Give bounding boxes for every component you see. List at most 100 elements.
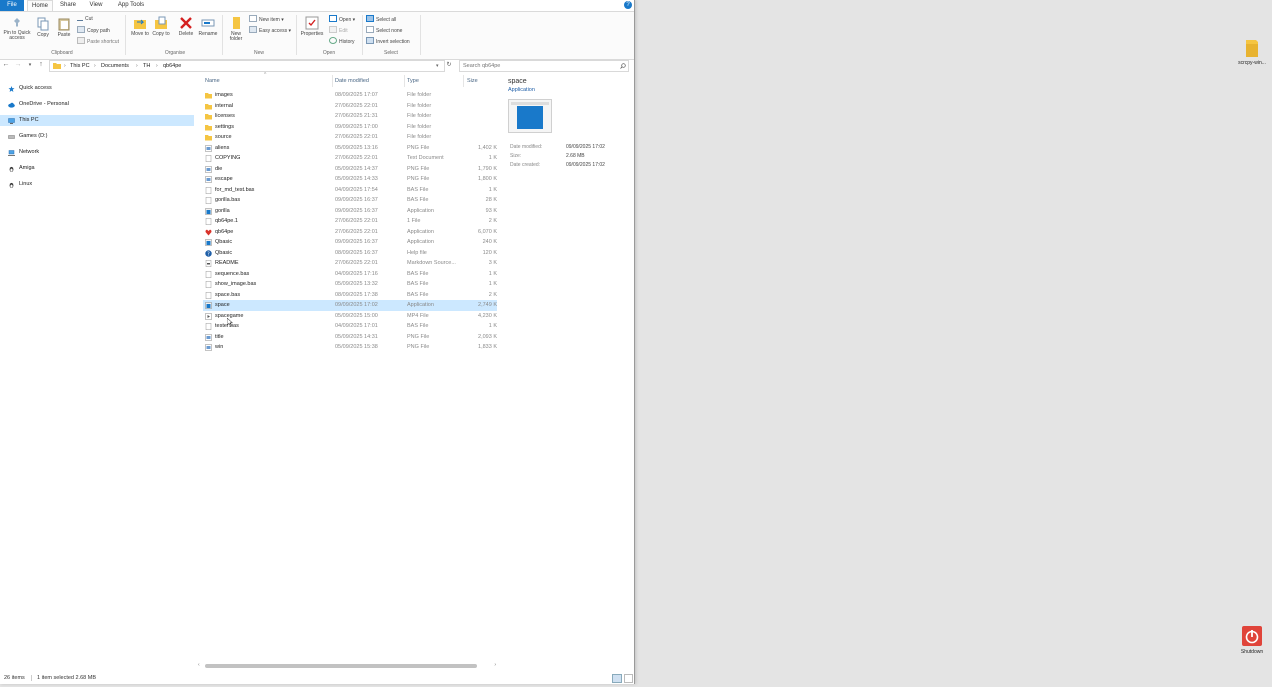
cut-button[interactable]: Cut xyxy=(77,15,93,23)
file-row[interactable]: tester.bas 04/09/2025 17:01 BAS File 1 K xyxy=(203,321,497,332)
nav-item-onedrive[interactable]: OneDrive - Personal xyxy=(0,99,194,110)
breadcrumb-qb64pe[interactable]: qb64pe xyxy=(163,61,181,71)
scrollbar-thumb[interactable] xyxy=(205,664,477,668)
file-row[interactable]: images 08/09/2025 17:07 File folder xyxy=(203,90,497,101)
file-row[interactable]: ? Qbasic 08/09/2025 16:37 Help file 120 K xyxy=(203,248,497,259)
help-icon[interactable]: ? xyxy=(624,1,632,9)
column-divider[interactable] xyxy=(404,75,405,87)
file-row[interactable]: die 05/09/2025 14:37 PNG File 1,790 K xyxy=(203,164,497,175)
delete-button[interactable]: Delete xyxy=(177,16,195,37)
folder-icon xyxy=(205,134,212,141)
file-row[interactable]: qb64pe.1 27/06/2025 22:01 1 File 2 K xyxy=(203,216,497,227)
nav-item-amiga[interactable]: Amiga xyxy=(0,163,194,174)
file-row[interactable]: show_image.bas 05/09/2025 13:32 BAS File 1 … xyxy=(203,279,497,290)
properties-button[interactable]: Properties xyxy=(299,16,325,37)
copy-button[interactable]: Copy xyxy=(35,17,51,38)
file-row[interactable]: win 05/09/2025 15:38 PNG File 1,833 K xyxy=(203,342,497,353)
file-type: PNG File xyxy=(407,176,430,182)
file-row[interactable]: Qbasic 09/09/2025 16:37 Application 240 K xyxy=(203,237,497,248)
scroll-right-icon[interactable]: › xyxy=(494,662,496,669)
tab-home[interactable]: Home xyxy=(27,0,53,11)
file-row[interactable]: gorilla.bas 09/09/2025 16:37 BAS File 28 K xyxy=(203,195,497,206)
column-header-type[interactable]: Type xyxy=(407,77,419,86)
nav-item-linux[interactable]: Linux xyxy=(0,179,194,190)
pin-icon xyxy=(14,18,20,27)
breadcrumb-th[interactable]: TH xyxy=(143,61,150,71)
file-row[interactable]: README 27/06/2025 22:01 Markdown Source...… xyxy=(203,258,497,269)
desktop-folder-label: scrcpy-win... xyxy=(1238,60,1266,66)
nav-item-quick-access[interactable]: Quick access xyxy=(0,83,194,94)
file-row[interactable]: space.bas 08/09/2025 17:38 BAS File 2 K xyxy=(203,290,497,301)
paste-shortcut-button[interactable]: Paste shortcut xyxy=(77,37,119,46)
address-dropdown-chevron-icon[interactable]: ▾ xyxy=(436,61,439,71)
breadcrumb-documents[interactable]: Documents xyxy=(101,61,129,71)
rename-button[interactable]: Rename xyxy=(198,16,218,37)
column-header-date[interactable]: Date modified xyxy=(335,77,369,86)
tab-file[interactable]: File xyxy=(0,0,24,11)
nav-item-network[interactable]: Network xyxy=(0,147,194,158)
tab-share[interactable]: Share xyxy=(56,0,80,11)
scroll-left-icon[interactable]: ‹ xyxy=(198,662,200,669)
file-row[interactable]: licenses 27/06/2025 21:31 File folder xyxy=(203,111,497,122)
file-date-modified: 05/09/2025 15:38 xyxy=(335,344,378,350)
desktop-shutdown-shortcut[interactable]: Shutdown xyxy=(1236,625,1268,655)
nav-item-this-pc[interactable]: This PC xyxy=(0,115,194,126)
open-button[interactable]: Open ▾ xyxy=(329,15,355,24)
copy-path-button[interactable]: Copy path xyxy=(77,26,110,35)
up-arrow-icon[interactable]: ↑ xyxy=(36,60,46,70)
details-view-icon[interactable] xyxy=(612,674,622,683)
breadcrumb-this-pc[interactable]: This PC xyxy=(70,61,90,71)
new-folder-button[interactable]: New folder xyxy=(226,16,246,42)
back-arrow-icon[interactable]: ← xyxy=(1,60,11,70)
ribbon-separator xyxy=(222,15,223,55)
file-row[interactable]: settings 09/09/2025 17:00 File folder xyxy=(203,122,497,133)
file-row[interactable]: title 05/09/2025 14:31 PNG File 2,093 K xyxy=(203,332,497,343)
select-none-button[interactable]: Select none xyxy=(366,26,402,35)
invert-selection-button[interactable]: Invert selection xyxy=(366,37,410,46)
breadcrumb-chevron-icon: › xyxy=(64,63,66,69)
forward-arrow-icon[interactable]: → xyxy=(13,60,23,70)
file-row[interactable]: qb64pe 27/06/2025 22:01 Application 6,070 K xyxy=(203,227,497,238)
file-row[interactable]: space 09/09/2025 17:02 Application 2,749 K xyxy=(203,300,497,311)
file-row[interactable]: for_md_test.bas 04/09/2025 17:54 BAS File 1… xyxy=(203,185,497,196)
edit-button[interactable]: Edit xyxy=(329,26,348,35)
history-button[interactable]: History xyxy=(329,37,355,46)
column-header-size[interactable]: Size xyxy=(467,77,478,86)
tab-view[interactable]: View xyxy=(84,0,108,11)
file-row[interactable]: sequence.bas 04/09/2025 17:16 BAS File 1 K xyxy=(203,269,497,280)
pin-to-quick-access-button[interactable]: Pin to Quick access xyxy=(1,17,33,41)
select-all-button[interactable]: Select all xyxy=(366,15,396,24)
search-input[interactable] xyxy=(463,61,613,71)
file-row[interactable]: escape 05/09/2025 14:33 PNG File 1,800 K xyxy=(203,174,497,185)
nav-item-games-drive[interactable]: Games (D:) xyxy=(0,131,194,142)
move-to-button[interactable]: Move to xyxy=(131,16,149,37)
properties-icon xyxy=(305,16,319,30)
file-row[interactable]: spacegame 05/09/2025 15:00 MP4 File 4,230 K xyxy=(203,311,497,322)
desktop-folder-scrcpy[interactable]: scrcpy-win... xyxy=(1236,38,1268,66)
linux-icon xyxy=(9,166,14,172)
ribbon: Pin to Quick access Copy Paste Cut Copy … xyxy=(0,11,634,60)
folder-icon xyxy=(205,124,212,131)
new-item-button[interactable]: New item ▾ xyxy=(249,15,284,24)
column-divider[interactable] xyxy=(463,75,464,87)
file-row[interactable]: aliens 05/09/2025 13:16 PNG File 1,402 K xyxy=(203,143,497,154)
column-divider[interactable] xyxy=(332,75,333,87)
file-row[interactable]: gorilla 09/09/2025 16:37 Application 93 K xyxy=(203,206,497,217)
nav-item-label: Linux xyxy=(19,181,33,187)
file-row[interactable]: internal 27/06/2025 22:01 File folder xyxy=(203,101,497,112)
address-bar[interactable]: › This PC › Documents › TH › qb64pe ▾ xyxy=(49,60,445,72)
file-row[interactable]: COPYING 27/06/2025 22:01 Text Document 1 K xyxy=(203,153,497,164)
easy-access-button[interactable]: Easy access ▾ xyxy=(249,26,291,35)
horizontal-scrollbar[interactable]: ‹ › xyxy=(198,662,496,669)
copy-to-button[interactable]: Copy to xyxy=(152,16,170,37)
recent-locations-chevron-icon[interactable]: ▾ xyxy=(25,60,35,70)
search-box[interactable] xyxy=(459,60,629,72)
paste-button[interactable]: Paste xyxy=(55,17,73,38)
file-row[interactable]: source 27/06/2025 22:01 File folder xyxy=(203,132,497,143)
column-header-name[interactable]: Name xyxy=(205,77,220,86)
tab-app-tools[interactable]: App Tools xyxy=(113,0,149,11)
easy-access-label: Easy access xyxy=(259,28,288,34)
refresh-icon[interactable]: ↻ xyxy=(444,60,454,70)
file-name: Qbasic xyxy=(215,249,233,256)
large-icons-view-icon[interactable] xyxy=(624,674,633,683)
